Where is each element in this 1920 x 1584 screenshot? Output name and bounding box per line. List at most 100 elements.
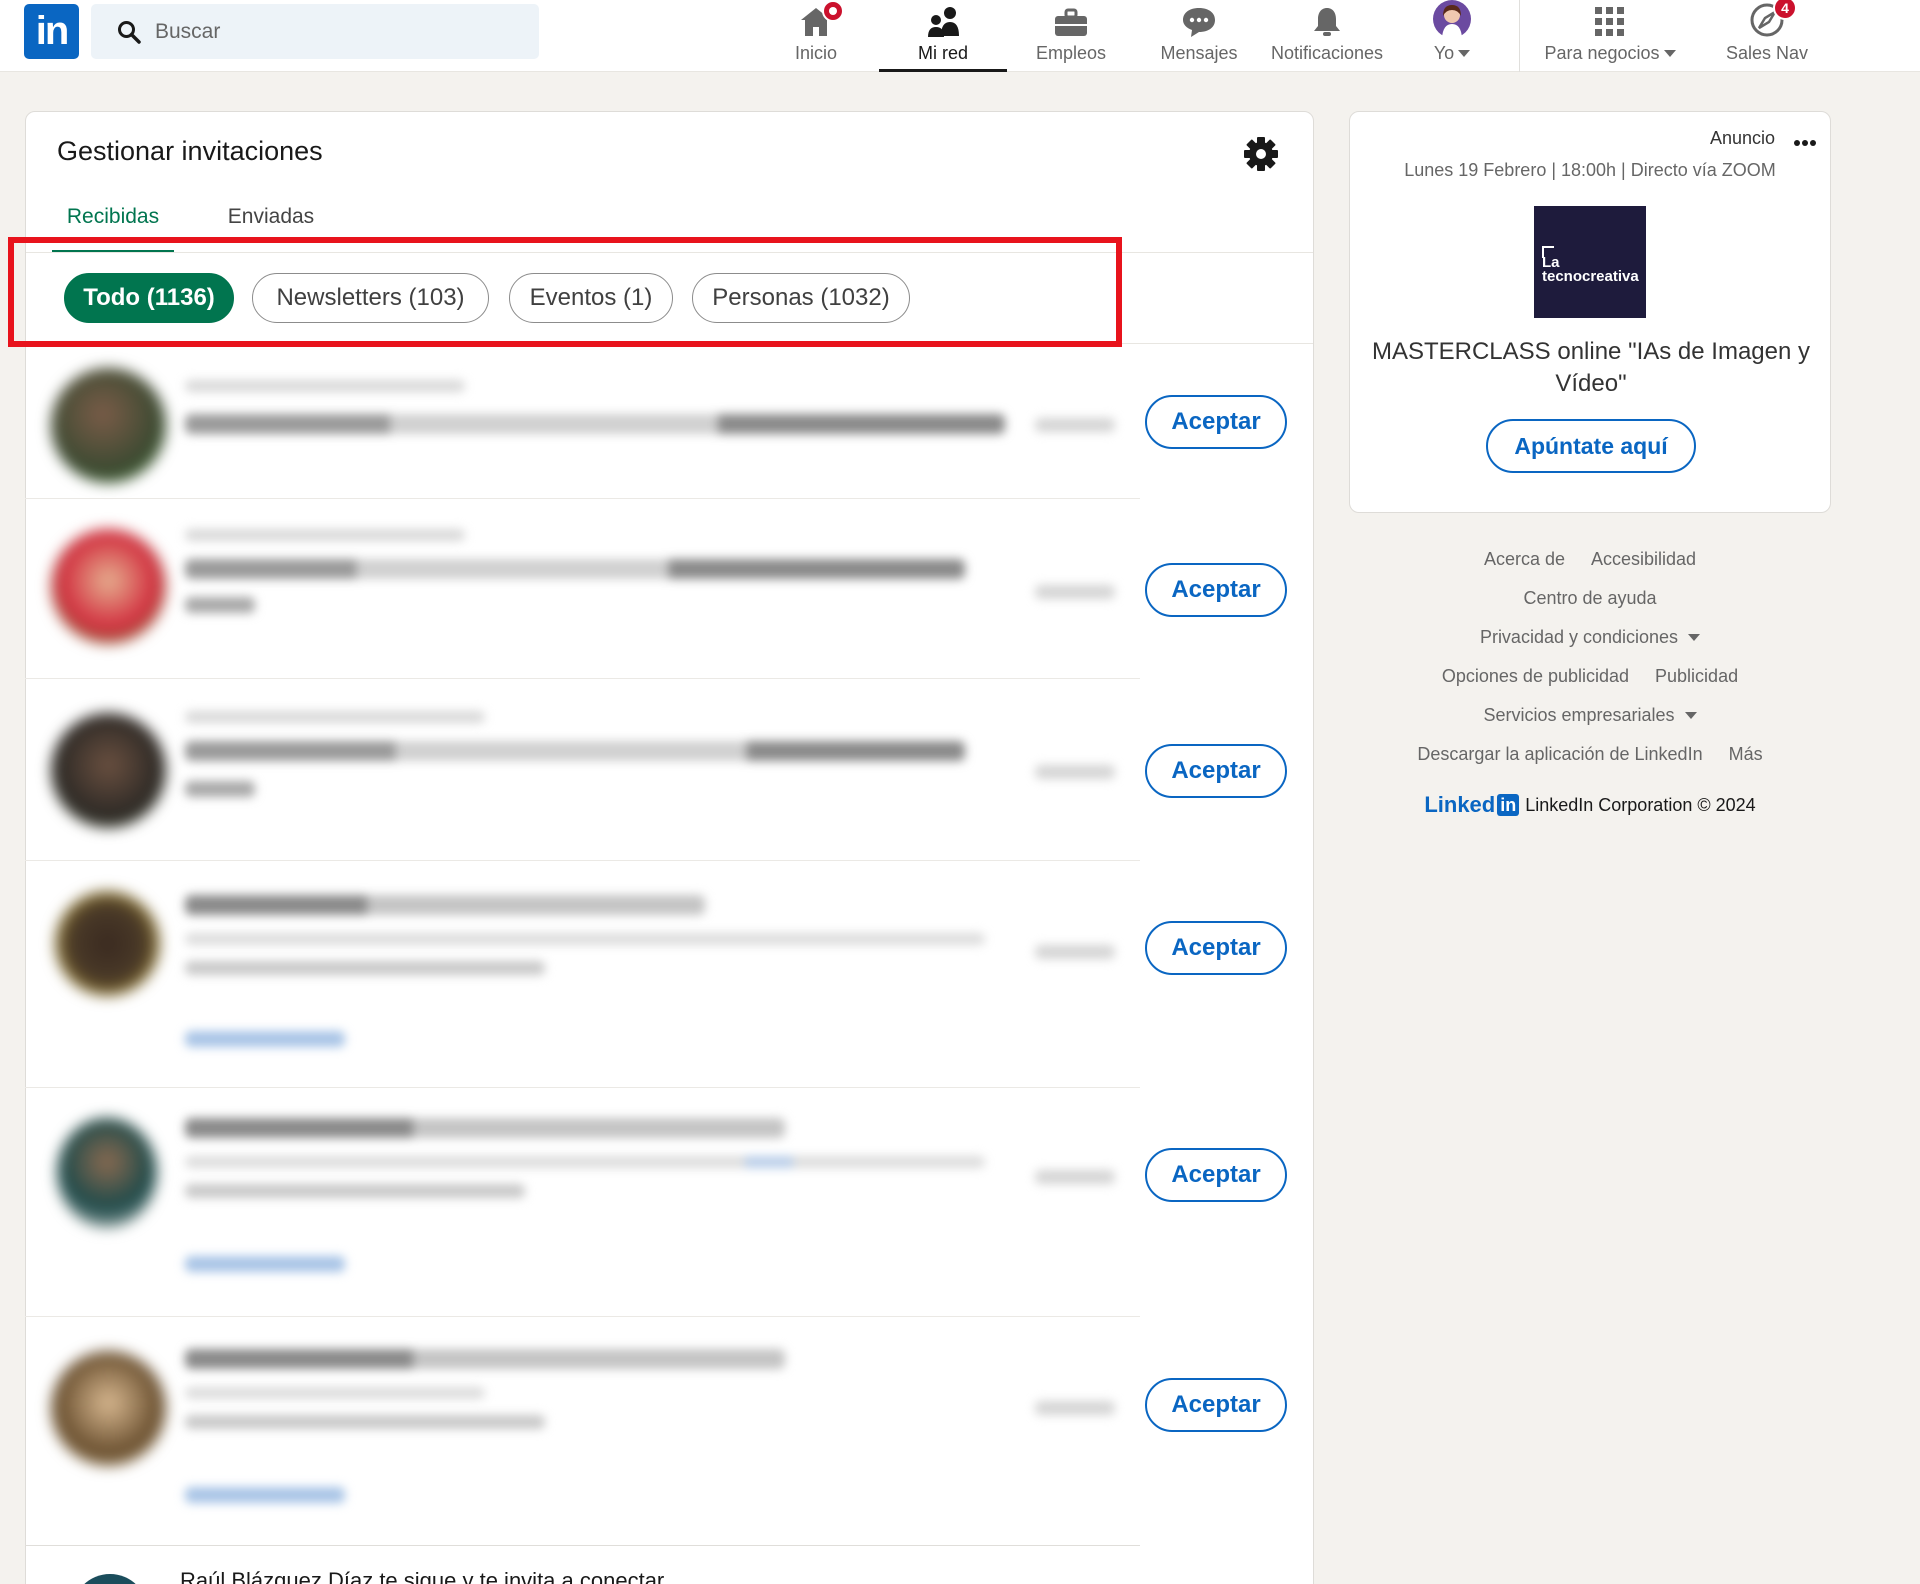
brand-text: Linked — [1424, 792, 1496, 817]
ad-logo[interactable]: La tecnocreativa — [1534, 206, 1646, 318]
avatar — [55, 891, 160, 996]
invitation-row: Aceptar — [25, 344, 1314, 499]
nav-notificaciones[interactable]: Notificaciones — [1263, 0, 1391, 72]
copyright: Linked in LinkedIn Corporation © 2024 — [1349, 792, 1831, 818]
ad-card: Anuncio Lunes 19 Febrero | 18:00h | Dire… — [1349, 111, 1831, 513]
invitation-row: Aceptar — [25, 1088, 1314, 1317]
blurred-text — [185, 1156, 985, 1168]
nav-inicio[interactable]: Inicio — [752, 0, 880, 72]
blurred-text — [1035, 1170, 1115, 1184]
ellipsis-icon — [1794, 140, 1816, 146]
avatar — [57, 1118, 157, 1228]
nav-sales-nav-label: Sales Nav — [1725, 43, 1809, 63]
blurred-text — [185, 1349, 785, 1369]
footer-link[interactable]: Publicidad — [1655, 666, 1738, 687]
blurred-text — [185, 1256, 345, 1272]
footer-link[interactable]: Opciones de publicidad — [1442, 666, 1629, 687]
ad-subtitle: Lunes 19 Febrero | 18:00h | Directo vía … — [1404, 160, 1776, 180]
blurred-text — [1035, 765, 1115, 779]
blurred-text — [1035, 945, 1115, 959]
nav-sales-nav[interactable]: 4 Sales Nav — [1703, 0, 1831, 72]
linkedin-wordmark: Linked in — [1424, 792, 1520, 818]
avatar — [51, 529, 166, 644]
footer: Acerca de Accesibilidad Centro de ayuda … — [1349, 540, 1831, 818]
chevron-down-icon — [1684, 712, 1697, 719]
footer-link-privacy[interactable]: Privacidad y condiciones — [1479, 627, 1701, 648]
accept-button[interactable]: Aceptar — [1145, 1148, 1287, 1202]
nav-empleos[interactable]: Empleos — [1007, 0, 1135, 72]
blurred-text — [185, 1415, 545, 1429]
blurred-text — [185, 559, 965, 579]
divider — [25, 1545, 1140, 1546]
nav-para-negocios[interactable]: Para negocios — [1530, 0, 1690, 72]
footer-link[interactable]: Centro de ayuda — [1523, 588, 1656, 609]
blurred-text — [185, 741, 965, 761]
nav-notificaciones-label: Notificaciones — [1270, 43, 1384, 63]
brand-box: in — [1497, 794, 1520, 816]
blurred-text — [185, 1387, 485, 1399]
invitation-row: Aceptar — [25, 679, 1314, 861]
ad-title: MASTERCLASS online "IAs de Imagen y Víde… — [1371, 338, 1811, 397]
more-options-button[interactable] — [1793, 136, 1817, 147]
highlight-box — [8, 237, 1122, 347]
nav-empleos-label: Empleos — [1035, 43, 1107, 63]
avatar — [51, 713, 166, 828]
chevron-down-icon — [1458, 50, 1471, 57]
nav-mi-red[interactable]: Mi red — [879, 0, 1007, 72]
footer-link[interactable]: Descargar la aplicación de LinkedIn — [1417, 744, 1702, 765]
invitation-row: Aceptar — [25, 499, 1314, 679]
nav-yo[interactable]: Yo — [1391, 0, 1513, 72]
blurred-text — [185, 597, 255, 613]
footer-link[interactable]: Accesibilidad — [1591, 549, 1696, 570]
bell-icon — [1314, 8, 1340, 36]
briefcase-icon — [1055, 8, 1087, 36]
nav-yo-label: Yo — [1433, 43, 1455, 63]
notification-dot — [822, 0, 844, 22]
ad-label: Anuncio — [1710, 128, 1776, 148]
linkedin-logo-icon[interactable]: in — [24, 4, 79, 59]
blurred-text — [185, 933, 985, 945]
blurred-text — [185, 1487, 345, 1503]
blurred-text — [185, 1031, 345, 1047]
footer-link-label: Servicios empresariales — [1483, 705, 1675, 725]
footer-link[interactable]: Acerca de — [1484, 549, 1565, 570]
footer-link[interactable]: Más — [1729, 744, 1763, 765]
accept-button[interactable]: Aceptar — [1145, 395, 1287, 449]
blurred-text — [185, 529, 465, 541]
blurred-text — [185, 895, 705, 915]
blurred-text — [1035, 585, 1115, 599]
gear-icon — [1244, 137, 1278, 171]
invitation-row: Aceptar — [25, 861, 1314, 1088]
footer-link-services[interactable]: Servicios empresariales — [1483, 705, 1697, 726]
blurred-text — [185, 961, 545, 975]
nav-mi-red-label: Mi red — [917, 43, 968, 63]
invitation-text: Raúl Blázquez Díaz te sigue y te invita … — [180, 1568, 665, 1584]
profile-avatar — [1433, 0, 1471, 38]
people-icon — [928, 7, 959, 37]
accept-button[interactable]: Aceptar — [1145, 744, 1287, 798]
sales-nav-badge: 4 — [1773, 0, 1797, 20]
accept-button[interactable]: Aceptar — [1145, 921, 1287, 975]
search-box[interactable] — [91, 4, 539, 59]
avatar — [51, 368, 166, 483]
grid-apps-icon — [1595, 7, 1624, 36]
blurred-text — [185, 1118, 785, 1138]
nav-mensajes[interactable]: Mensajes — [1135, 0, 1263, 72]
blurred-text — [1035, 1401, 1115, 1415]
nav-mensajes-label: Mensajes — [1160, 43, 1238, 63]
copyright-text: LinkedIn Corporation © 2024 — [1525, 794, 1756, 815]
nav-para-negocios-label: Para negocios — [1544, 43, 1660, 63]
ad-cta-button[interactable]: Apúntate aquí — [1486, 419, 1696, 473]
accept-button[interactable]: Aceptar — [1145, 1378, 1287, 1432]
settings-button[interactable] — [1243, 136, 1279, 177]
search-icon — [118, 20, 141, 44]
nav-inicio-label: Inicio — [794, 43, 838, 63]
search-input[interactable] — [155, 19, 515, 44]
avatar — [51, 1351, 166, 1466]
accept-button[interactable]: Aceptar — [1145, 563, 1287, 617]
messaging-icon — [1183, 8, 1215, 37]
footer-link-label: Privacidad y condiciones — [1479, 627, 1679, 647]
chevron-down-icon — [1663, 50, 1676, 57]
nav-divider — [1519, 0, 1520, 72]
blurred-text — [185, 380, 465, 392]
